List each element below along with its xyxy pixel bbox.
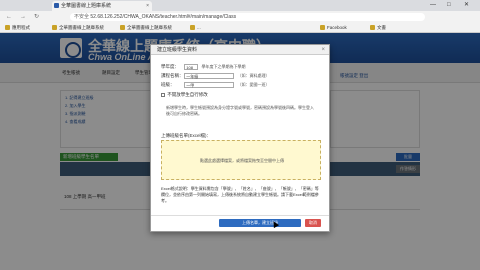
site-favicon-icon [54, 3, 59, 8]
upload-create-class-button[interactable]: 上傳名單，建立班級 [219, 219, 301, 227]
bookmark-item[interactable]: Facebook [320, 25, 347, 31]
modal-header: 建立班級學生資料 × [151, 45, 329, 55]
class-input[interactable]: 一甲 [184, 82, 235, 88]
course-hint: （如：資料處理） [237, 73, 270, 79]
school-year-hint: 學年度下之學期為下學期 [201, 64, 246, 70]
reload-icon[interactable]: ↻ [34, 13, 39, 21]
forward-arrow-icon[interactable]: → [20, 13, 26, 21]
account-note: 新增學生時，學生帳號預設為身分證字號或學號，密碼預設為學號後四碼。學生登入後可自… [166, 105, 314, 116]
school-year-label: 學年度： [161, 64, 179, 70]
dropzone-text: 點選此處選擇檔案，或將檔案拖曳至空間中上傳 [200, 158, 284, 163]
no-edit-checkbox-label: 不開放學生自行修改 [167, 92, 208, 97]
course-label: 課程名稱： [161, 73, 184, 79]
excel-format-description: Excel格式說明：學生資料需包含「學號」、「姓名」、「座號」、「帳號」、「密碼… [161, 186, 319, 203]
bookmark-item[interactable]: 文書 [370, 25, 386, 31]
bookmark-item[interactable]: 全華圖書線上題庫系統 [120, 25, 172, 31]
course-row: 課程名稱： 一年級 （如：資料處理） [161, 73, 270, 79]
url-input[interactable]: 不安全 52.68.126.252/CHWA_OKANS/teacher.htm… [70, 13, 425, 21]
class-row: 班級： 一甲 （如：愛國一班） [161, 82, 270, 88]
bookmark-item[interactable]: ... [190, 25, 201, 31]
class-label: 班級： [161, 82, 175, 88]
course-input[interactable]: 一年級 [184, 73, 235, 79]
upload-label: 上傳班級名單(Excel檔)： [161, 133, 212, 138]
bookmark-item[interactable]: 全華圖書線上題庫系統 [52, 25, 104, 31]
modal-title: 建立班級學生資料 [157, 47, 198, 53]
no-edit-checkbox[interactable] [161, 92, 165, 97]
create-class-modal: 建立班級學生資料 × 學年度： 108 學年度下之學期為下學期 課程名稱： 一年… [150, 44, 330, 232]
browser-tab[interactable]: 全華圖書線上題庫系統 × [52, 1, 152, 11]
class-hint: （如：愛國一班） [237, 82, 270, 88]
window-close-button[interactable]: ✕ [464, 0, 469, 11]
school-year-input[interactable]: 108 [184, 64, 199, 70]
back-arrow-icon[interactable]: ← [6, 13, 12, 21]
url-text: 52.68.126.252/CHWA_OKANS/teacher.html#/m… [90, 14, 237, 20]
tab-close-icon[interactable]: × [146, 1, 149, 11]
tab-title: 全華圖書線上題庫系統 [61, 3, 112, 9]
window-maximize-button[interactable]: □ [447, 0, 451, 11]
file-dropzone[interactable]: 點選此處選擇檔案，或將檔案拖曳至空間中上傳 [161, 140, 321, 180]
security-warning-label[interactable]: 不安全 [74, 14, 89, 20]
cancel-button[interactable]: 取消 [305, 219, 321, 227]
bookmark-item[interactable]: 應用程式 [5, 25, 30, 31]
school-year-row: 學年度： 108 學年度下之學期為下學期 [161, 64, 246, 70]
close-icon[interactable]: × [321, 45, 325, 55]
window-minimize-button[interactable]: — [430, 0, 436, 11]
no-edit-checkbox-row[interactable]: 不開放學生自行修改 [161, 92, 208, 98]
